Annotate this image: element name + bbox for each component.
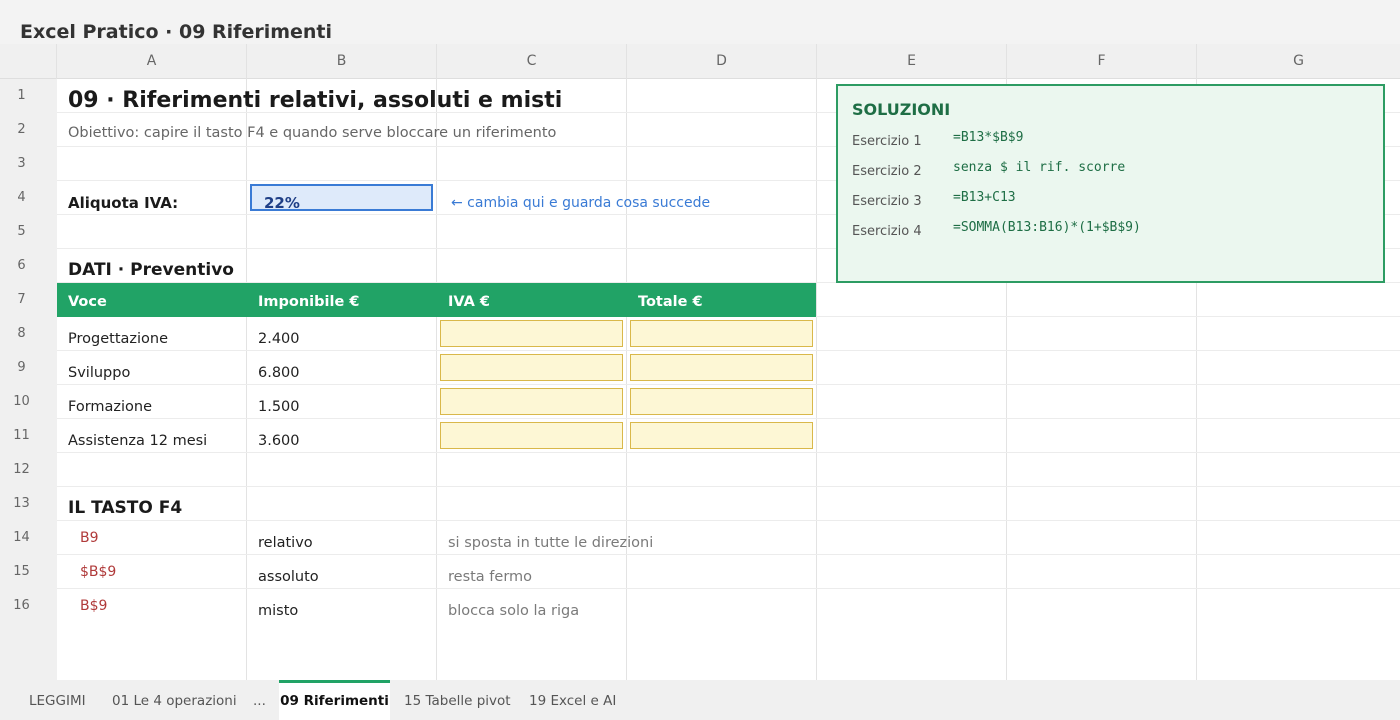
column-header-f[interactable]: F	[1007, 44, 1197, 79]
table-row-imponibile: 2.400	[258, 331, 300, 347]
iva-input-cell[interactable]	[440, 354, 623, 381]
reference-type: relativo	[258, 535, 313, 551]
table-row-imponibile: 1.500	[258, 399, 300, 415]
gridline	[57, 588, 1400, 589]
tab-leggimi[interactable]: LEGGIMI	[29, 680, 86, 720]
iva-input-cell[interactable]	[440, 388, 623, 415]
exercise-solution: =B13*$B$9	[953, 130, 1024, 145]
reference-type: misto	[258, 603, 299, 619]
tab-excel-e-ai[interactable]: 19 Excel e AI	[529, 680, 616, 720]
vat-hint: ← cambia qui e guarda cosa succede	[451, 195, 711, 211]
gridline	[436, 79, 437, 680]
row-header[interactable]: 4	[0, 181, 57, 215]
vat-rate-input[interactable]: 22%	[250, 184, 433, 212]
header-iva: IVA €	[448, 294, 490, 310]
gridline	[57, 350, 1400, 351]
row-header[interactable]: 13	[0, 487, 57, 521]
exercise-label: Esercizio 4	[852, 224, 922, 239]
iva-input-cell[interactable]	[440, 422, 623, 449]
solutions-title: SOLUZIONI	[852, 100, 951, 119]
f4-section-heading: IL TASTO F4	[68, 498, 183, 518]
reference-type: assoluto	[258, 569, 319, 585]
row-header[interactable]: 1	[0, 79, 57, 113]
column-header-b[interactable]: B	[247, 44, 437, 79]
tab-le-4-operazioni[interactable]: 01 Le 4 operazioni	[112, 680, 237, 720]
title-bar: Excel Pratico · 09 Riferimenti	[0, 0, 1400, 44]
column-header-row: A B C D E F G	[0, 44, 1400, 79]
exercise-solution: =SOMMA(B13:B16)*(1+$B$9)	[953, 220, 1141, 235]
row-header[interactable]: 7	[0, 283, 57, 317]
row-header[interactable]: 12	[0, 453, 57, 487]
totale-input-cell[interactable]	[630, 320, 813, 347]
row-header[interactable]: 14	[0, 521, 57, 555]
reference-example: B9	[80, 530, 99, 546]
gridline	[57, 554, 1400, 555]
select-all-corner[interactable]	[0, 44, 57, 79]
totale-input-cell[interactable]	[630, 422, 813, 449]
row-header[interactable]: 5	[0, 215, 57, 249]
exercise-label: Esercizio 3	[852, 194, 922, 209]
column-header-a[interactable]: A	[57, 44, 247, 79]
reference-example: $B$9	[80, 564, 117, 580]
iva-input-cell[interactable]	[440, 320, 623, 347]
table-row-voce: Assistenza 12 mesi	[68, 433, 208, 449]
header-imponibile: Imponibile €	[258, 294, 360, 310]
gridline	[57, 384, 1400, 385]
gridline	[626, 79, 627, 680]
tab-riferimenti[interactable]: 09 Riferimenti	[279, 680, 390, 720]
reference-example: B$9	[80, 598, 108, 614]
header-voce: Voce	[68, 294, 107, 310]
exercise-label: Esercizio 2	[852, 164, 922, 179]
totale-input-cell[interactable]	[630, 354, 813, 381]
table-row-voce: Progettazione	[68, 331, 169, 347]
row-header[interactable]: 15	[0, 555, 57, 589]
column-header-c[interactable]: C	[437, 44, 627, 79]
row-header-column: 1 2 3 4 5 6 7 8 9 10 11 12 13 14 15 16	[0, 79, 57, 680]
exercise-solution: senza $ il rif. scorre	[953, 160, 1126, 175]
tab-more[interactable]: ...	[253, 680, 266, 720]
row-header[interactable]: 8	[0, 317, 57, 351]
column-header-e[interactable]: E	[817, 44, 1007, 79]
gridline	[57, 486, 1400, 487]
gridline	[816, 79, 817, 680]
reference-description: si sposta in tutte le direzioni	[448, 535, 654, 551]
gridline	[57, 452, 1400, 453]
data-section-heading: DATI · Preventivo	[68, 260, 234, 280]
row-header[interactable]: 9	[0, 351, 57, 385]
sheet-tab-bar: LEGGIMI 01 Le 4 operazioni ... 09 Riferi…	[0, 680, 1400, 720]
gridline	[246, 79, 247, 680]
column-header-g[interactable]: G	[1197, 44, 1400, 79]
row-header[interactable]: 3	[0, 147, 57, 181]
table-row-imponibile: 3.600	[258, 433, 300, 449]
tab-tabelle-pivot[interactable]: 15 Tabelle pivot	[404, 680, 511, 720]
column-header-d[interactable]: D	[627, 44, 817, 79]
table-header-row: Voce Imponibile € IVA € Totale €	[57, 283, 816, 317]
table-row-voce: Formazione	[68, 399, 153, 415]
page-title: 09 · Riferimenti relativi, assoluti e mi…	[68, 88, 563, 113]
gridline	[57, 520, 1400, 521]
exercise-solution: =B13+C13	[953, 190, 1016, 205]
vat-rate-value: 22%	[264, 194, 300, 212]
row-header[interactable]: 16	[0, 589, 57, 623]
row-header[interactable]: 10	[0, 385, 57, 419]
solutions-panel: SOLUZIONI Esercizio 1 =B13*$B$9 Esercizi…	[836, 84, 1385, 283]
exercise-label: Esercizio 1	[852, 134, 922, 149]
table-row-voce: Sviluppo	[68, 365, 131, 381]
table-row-imponibile: 6.800	[258, 365, 300, 381]
reference-description: resta fermo	[448, 569, 533, 585]
window-title: Excel Pratico · 09 Riferimenti	[20, 21, 333, 43]
objective-text: Obiettivo: capire il tasto F4 e quando s…	[68, 125, 557, 141]
reference-description: blocca solo la riga	[448, 603, 580, 619]
spreadsheet-window: Excel Pratico · 09 Riferimenti A B C D E…	[0, 0, 1400, 720]
row-header[interactable]: 2	[0, 113, 57, 147]
row-header[interactable]: 11	[0, 419, 57, 453]
header-totale: Totale €	[638, 294, 703, 310]
vat-label: Aliquota IVA:	[68, 194, 179, 212]
totale-input-cell[interactable]	[630, 388, 813, 415]
row-header[interactable]: 6	[0, 249, 57, 283]
gridline	[57, 418, 1400, 419]
